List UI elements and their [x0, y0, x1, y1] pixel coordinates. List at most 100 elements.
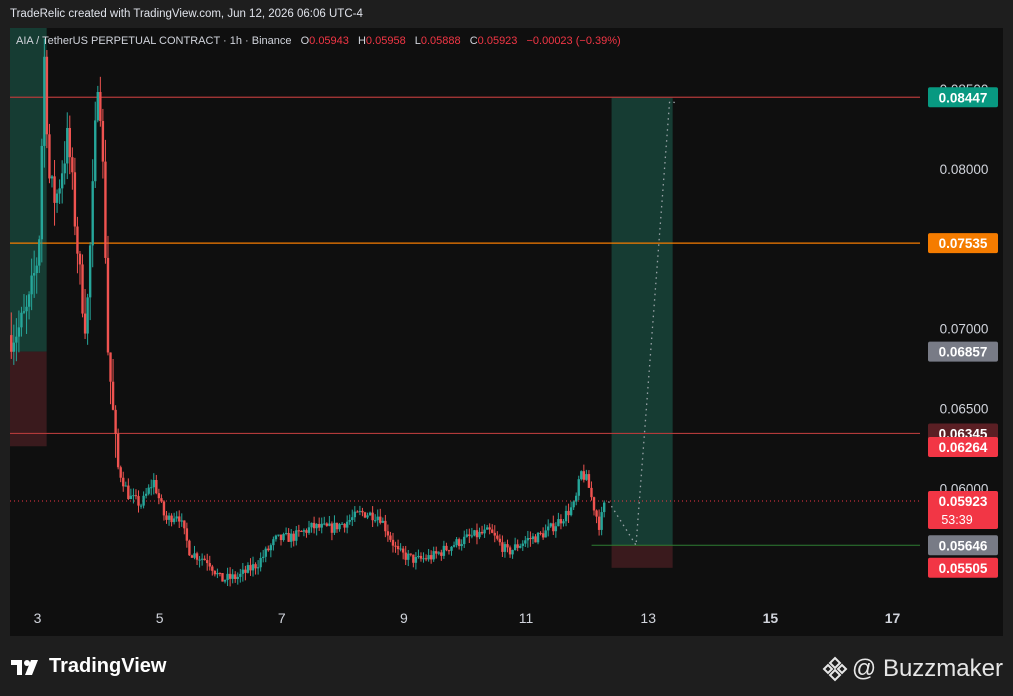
candle-body [320, 523, 323, 528]
candle-body [401, 548, 405, 553]
candle-body [483, 529, 486, 534]
candle-body [241, 569, 245, 574]
candle-body [585, 474, 588, 480]
candle-body [129, 495, 133, 500]
candle-body [183, 520, 186, 529]
candle-body [302, 530, 306, 532]
candle-body [213, 570, 217, 575]
close-value: 0.05923 [477, 35, 518, 47]
candle-body [529, 537, 532, 540]
candle-body [338, 524, 341, 530]
candle-body [559, 519, 563, 524]
candle-body [58, 188, 61, 194]
target-zone [611, 97, 673, 546]
candle-body [104, 161, 107, 258]
author-watermark: @ Buzzmaker [822, 655, 1003, 683]
candle-body [524, 540, 527, 544]
candle-body [132, 495, 135, 497]
candle-body [106, 257, 110, 353]
candle-body [134, 495, 138, 497]
candle-body [188, 540, 191, 556]
open-value: 0.05943 [309, 35, 349, 47]
tradingview-logo[interactable]: TradingView [11, 655, 166, 678]
candle-body [417, 555, 420, 558]
symbol-description[interactable]: AIA / TetherUS PERPETUAL CONTRACT · 1h ·… [16, 35, 292, 47]
candle-body [386, 531, 390, 536]
candle-body [432, 551, 435, 560]
candle-body [317, 523, 321, 528]
candle-body [251, 564, 255, 571]
candle-body [473, 530, 476, 536]
candle-body [488, 527, 491, 530]
stop-zone [611, 545, 673, 568]
candle-body [63, 163, 66, 174]
candle-body [531, 536, 535, 540]
candle-body [597, 516, 601, 530]
candle-body [516, 544, 519, 548]
candle-body [343, 523, 346, 528]
price-change: −0.00023 (−0.39%) [526, 35, 621, 47]
candle-body [12, 342, 16, 352]
candle-body [351, 517, 354, 521]
candle-body [506, 544, 509, 548]
candle-body [307, 527, 311, 533]
candle-body [404, 552, 407, 560]
open-label: O [300, 35, 310, 47]
high-value: 0.05958 [365, 35, 406, 47]
ohlc-legend: AIA / TetherUS PERPETUAL CONTRACT · 1h ·… [16, 35, 621, 47]
candle-body [195, 553, 199, 560]
candle-body [384, 520, 387, 532]
price-badge-label: 0.06857 [939, 345, 988, 360]
candle-body [501, 542, 504, 552]
candle-body [575, 495, 578, 502]
candle-body [567, 510, 570, 516]
candle-body [269, 545, 273, 551]
candle-body [513, 544, 517, 550]
candle-body [519, 545, 522, 548]
candle-body [450, 546, 453, 551]
candle-body [541, 533, 545, 538]
candle-body [305, 530, 308, 533]
candle-body [552, 523, 555, 532]
candle-body [160, 498, 163, 502]
candle-body [457, 539, 461, 547]
candle-body [394, 545, 397, 547]
x-tick-label: 7 [278, 610, 286, 626]
candle-body [368, 512, 372, 516]
candle-body [264, 548, 267, 557]
low-value: 0.05888 [420, 35, 461, 47]
candle-body [71, 157, 74, 173]
candle-body [521, 543, 524, 546]
price-badge-label: 0.08447 [939, 90, 988, 105]
candle-body [580, 471, 583, 480]
candle-body [468, 534, 471, 537]
candle-body [119, 467, 122, 478]
price-chart[interactable]: 0.085000.080000.070000.065000.06000 0.08… [0, 0, 1013, 696]
price-badge-label: 0.06264 [939, 440, 988, 455]
candle-body [267, 548, 270, 551]
candle-body [295, 530, 298, 541]
candle-body [356, 511, 359, 513]
tradingview-brand: TradingView [49, 655, 167, 677]
candle-body [460, 544, 463, 547]
candle-body [480, 531, 484, 534]
candle-body [35, 265, 38, 274]
y-tick-label: 0.06500 [940, 402, 989, 417]
candle-body [221, 573, 224, 582]
candle-body [142, 495, 145, 506]
candle-body [254, 564, 257, 569]
candle-body [262, 556, 265, 558]
candle-body [445, 545, 448, 551]
candle-body [259, 557, 262, 568]
candle-body [569, 507, 573, 516]
candle-body [549, 523, 552, 527]
candle-body [547, 526, 550, 531]
candle-body [429, 555, 433, 560]
candle-body [587, 474, 591, 488]
candle-body [76, 226, 79, 254]
candle-body [399, 548, 402, 550]
candle-body [508, 547, 512, 555]
candle-body [353, 511, 357, 518]
candle-body [239, 573, 242, 577]
candle-body [412, 554, 415, 563]
